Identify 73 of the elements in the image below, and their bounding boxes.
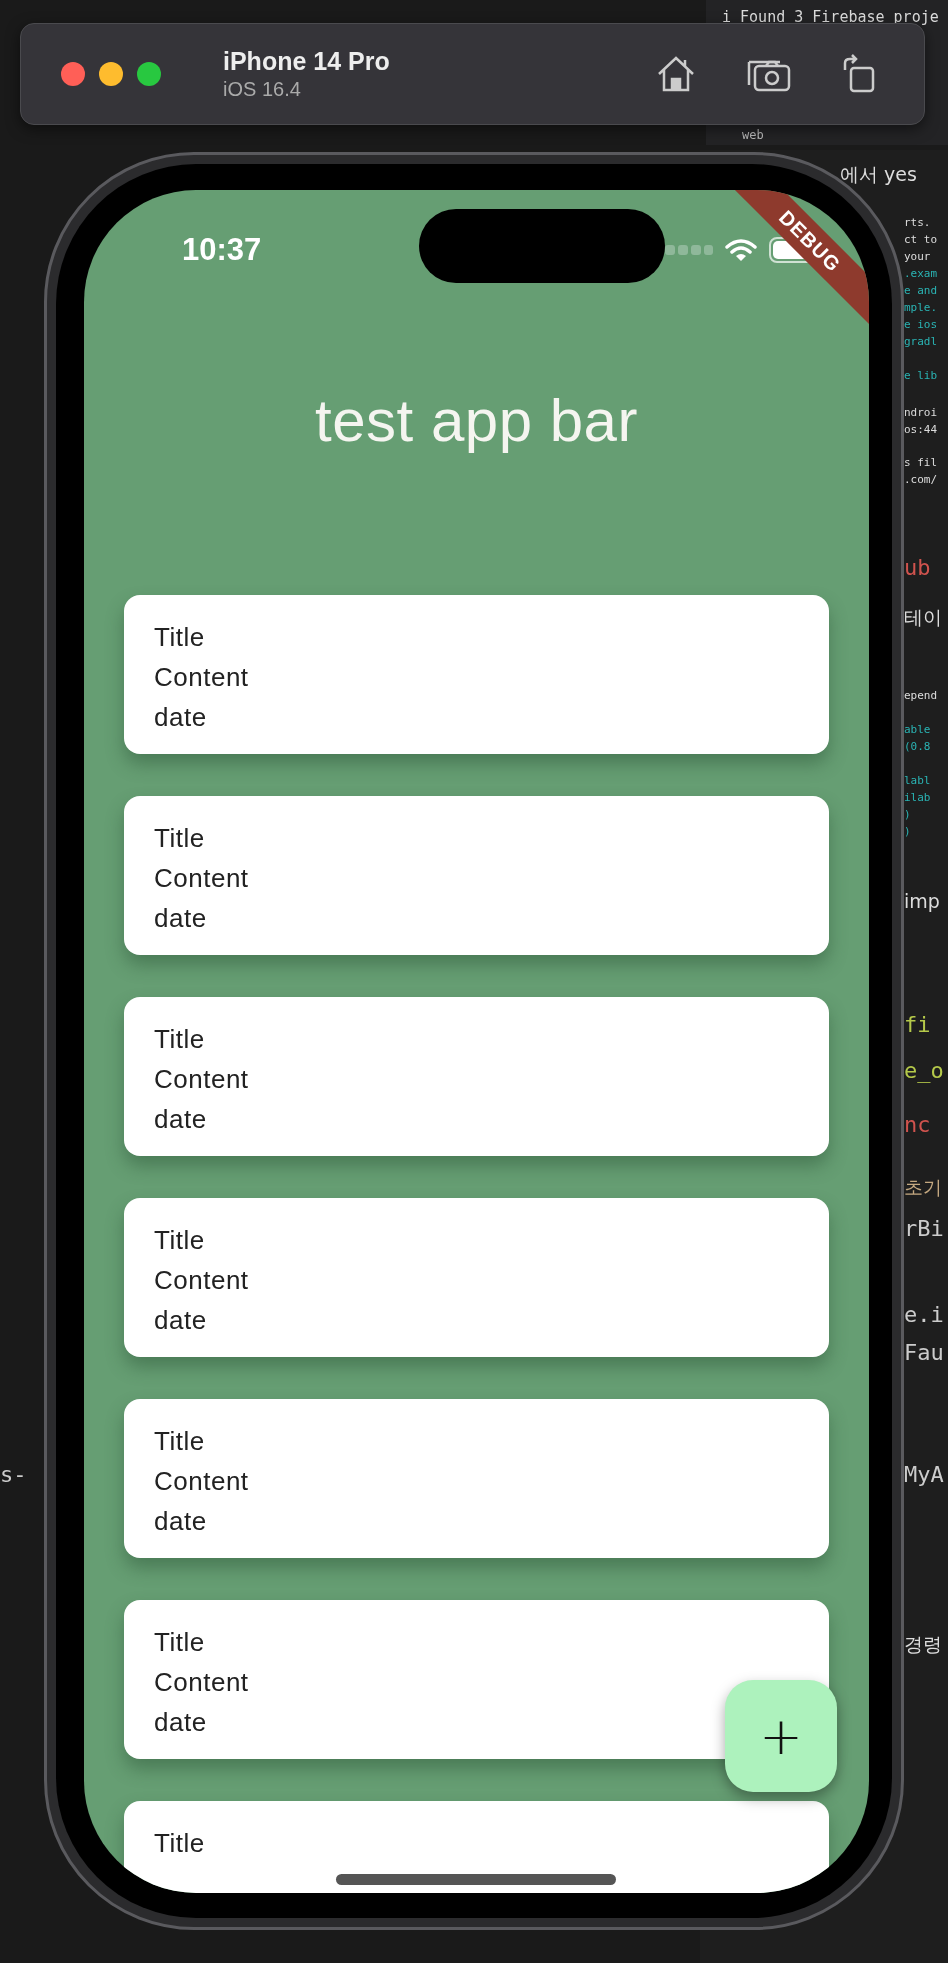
code-fragment: gradl <box>904 334 938 350</box>
card-content: Content <box>154 862 249 895</box>
card-content: Content <box>154 1465 249 1498</box>
card-date: date <box>154 1103 207 1136</box>
note-card[interactable]: Title Content date <box>124 796 829 955</box>
code-fragment: e lib <box>904 368 938 384</box>
card-title: Title <box>154 1425 205 1458</box>
code-fragment: e and <box>904 283 938 299</box>
card-content: Content <box>154 1063 249 1096</box>
code-fragment: imp <box>904 890 940 912</box>
code-fragment: .com/ <box>904 472 938 488</box>
card-date: date <box>154 1505 207 1538</box>
note-card[interactable]: Title Content date <box>124 595 829 754</box>
code-fragment: your <box>904 249 931 265</box>
card-content: Content <box>154 1666 249 1699</box>
home-icon[interactable] <box>656 55 696 93</box>
code-fragment: os:44 <box>904 422 938 438</box>
code-fragment: ub <box>904 555 931 580</box>
card-content: Content <box>154 1264 249 1297</box>
os-version: iOS 16.4 <box>223 78 302 101</box>
code-fragment: labl <box>904 773 931 789</box>
signal-icon <box>665 245 713 255</box>
card-title: Title <box>154 822 205 855</box>
code-fragment: s- <box>0 1462 27 1487</box>
rotate-icon[interactable] <box>842 54 876 94</box>
card-title: Title <box>154 1626 205 1659</box>
code-fragment: fi <box>904 1012 931 1037</box>
terminal-line: i Found 3 Firebase proje <box>722 8 939 26</box>
code-fragment: e.i <box>904 1302 944 1327</box>
note-card[interactable]: Title Content date <box>124 997 829 1156</box>
card-date: date <box>154 1304 207 1337</box>
card-content: Content <box>154 661 249 694</box>
device-name: iPhone 14 Pro <box>223 47 391 76</box>
card-title: Title <box>154 621 205 654</box>
card-date: date <box>154 701 207 734</box>
code-fragment: rts. <box>904 215 931 231</box>
note-card[interactable]: Title Content date <box>124 1198 829 1357</box>
code-fragment: 경령 <box>904 1632 942 1657</box>
code-fragment: .exam <box>904 266 938 282</box>
zoom-button[interactable] <box>137 62 161 86</box>
app-bar-title: test app bar <box>315 386 638 455</box>
code-fragment: (0.8 <box>904 739 931 755</box>
wifi-icon <box>725 238 757 262</box>
minimize-button[interactable] <box>99 62 123 86</box>
card-date: date <box>154 1706 207 1739</box>
close-button[interactable] <box>61 62 85 86</box>
code-fragment: rBi <box>904 1216 944 1241</box>
code-fragment: s fil <box>904 455 938 471</box>
card-date: date <box>154 902 207 935</box>
add-button[interactable]: + <box>725 1680 837 1792</box>
code-fragment: ct to <box>904 232 938 248</box>
code-fragment: mple. <box>904 300 938 316</box>
code-fragment: e ios <box>904 317 938 333</box>
code-fragment: MyA <box>904 1462 944 1487</box>
code-fragment: 에서 yes <box>840 162 917 187</box>
code-fragment: epend <box>904 688 938 704</box>
note-card[interactable]: Title <box>124 1801 829 1893</box>
code-fragment: ) <box>904 824 911 840</box>
code-fragment: ndroi <box>904 405 938 421</box>
code-fragment: 초기 <box>904 1175 942 1200</box>
terminal-line: web <box>742 128 764 142</box>
card-title: Title <box>154 1023 205 1056</box>
card-title: Title <box>154 1224 205 1257</box>
note-card[interactable]: Title Content date <box>124 1399 829 1558</box>
code-fragment: e_o <box>904 1058 944 1083</box>
code-fragment: Fau <box>904 1340 944 1365</box>
code-fragment: ilab <box>904 790 931 806</box>
code-fragment: nc <box>904 1112 931 1137</box>
card-title: Title <box>154 1827 205 1860</box>
code-fragment: ) <box>904 807 911 823</box>
status-time: 10:37 <box>182 232 263 268</box>
code-fragment: 테이 <box>904 605 942 630</box>
code-fragment: able <box>904 722 931 738</box>
